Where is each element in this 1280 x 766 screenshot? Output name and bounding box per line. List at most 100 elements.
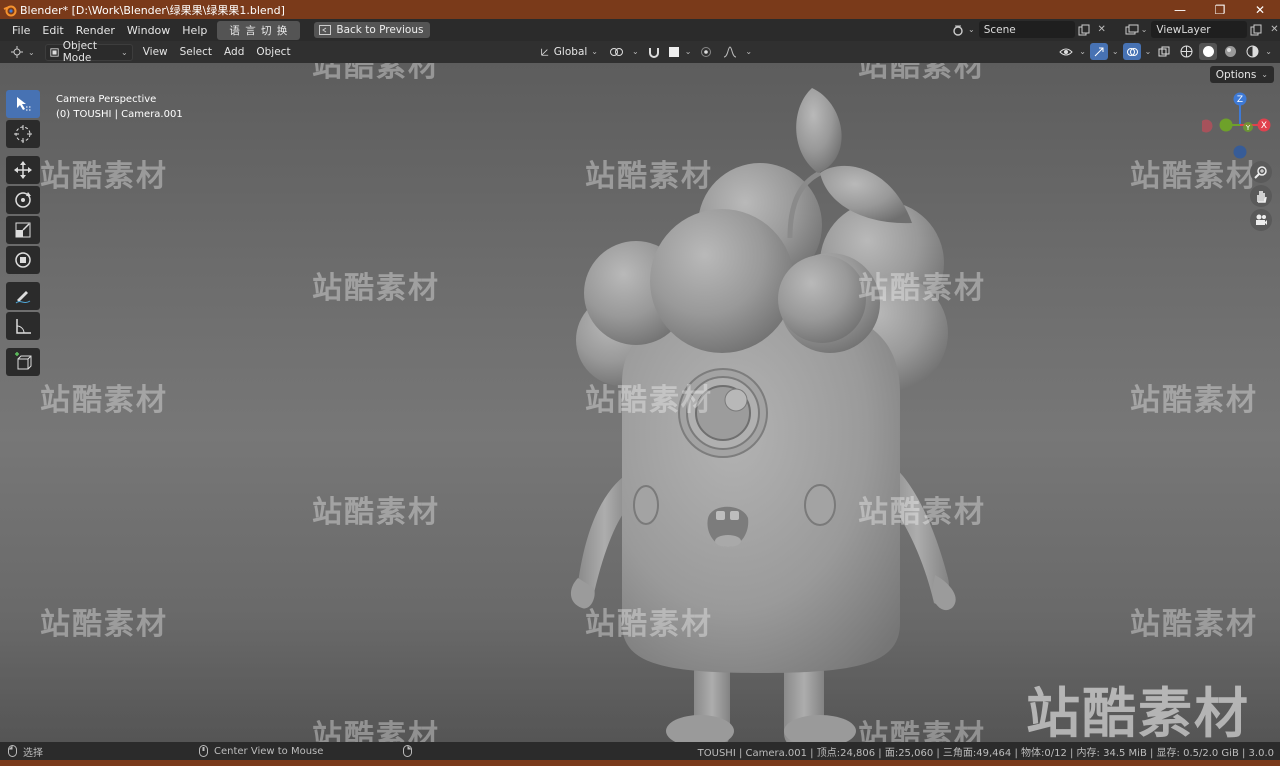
xray-toggle-icon[interactable]: [1155, 43, 1173, 60]
zoom-button[interactable]: [1250, 161, 1272, 183]
proportional-editing-icon[interactable]: [697, 43, 715, 60]
annotate-tool[interactable]: [6, 282, 40, 310]
wireframe-shading-icon[interactable]: [1177, 43, 1195, 60]
cursor-tool[interactable]: [6, 120, 40, 148]
3d-viewport[interactable]: 站酷素材 站酷素材 站酷素材 站酷素材 站酷素材 站酷素材 站酷素材 站酷素材 …: [0, 63, 1280, 742]
eye-highlight: [724, 388, 748, 412]
watermark-text: 站酷素材: [40, 159, 168, 194]
gizmo-y-label: Y: [1245, 124, 1251, 132]
visibility-eye-icon[interactable]: [1057, 43, 1075, 60]
transform-tool[interactable]: [6, 246, 40, 274]
gizmo-y-axis[interactable]: [1219, 118, 1233, 132]
pivot-point-icon[interactable]: [608, 43, 626, 60]
menu-object[interactable]: Object: [250, 46, 296, 58]
camera-view-button[interactable]: [1250, 209, 1272, 231]
menu-help[interactable]: Help: [176, 24, 213, 37]
snap-element-icon[interactable]: [668, 46, 679, 57]
gizmo-neg-z[interactable]: [1233, 145, 1247, 159]
close-button[interactable]: ✕: [1240, 0, 1280, 19]
rotate-tool[interactable]: [6, 186, 40, 214]
orientation-icon: [541, 48, 549, 56]
chevron-down-icon: ⌄: [1140, 25, 1148, 34]
select-hint: 选择: [23, 747, 43, 759]
measure-tool[interactable]: [6, 312, 40, 340]
left-cheek: [633, 485, 659, 525]
sprout-leaf: [820, 165, 912, 224]
watermark-text: 站酷素材: [1130, 607, 1258, 642]
tooth: [730, 511, 739, 520]
navigation-gizmo[interactable]: Z Y X: [1202, 90, 1272, 160]
watermark-text: 站酷素材: [858, 271, 986, 306]
minimize-button[interactable]: —: [1160, 0, 1200, 19]
tooth: [716, 511, 725, 520]
scale-tool[interactable]: [6, 216, 40, 244]
material-shading-icon[interactable]: [1221, 43, 1239, 60]
transform-orientation-label: Global: [553, 45, 588, 58]
menu-select[interactable]: Select: [174, 46, 218, 58]
delete-scene-icon[interactable]: ✕: [1093, 21, 1111, 38]
gizmo-z-label: Z: [1237, 95, 1243, 105]
gizmo-x-label: X: [1261, 121, 1267, 131]
new-scene-icon[interactable]: [1075, 21, 1093, 38]
falloff-curve-icon[interactable]: [721, 43, 739, 60]
maximize-button[interactable]: ❐: [1200, 0, 1240, 19]
watermark-text: 站酷素材: [585, 607, 713, 642]
watermark-text: 站酷素材: [858, 63, 986, 84]
back-to-previous-button[interactable]: Back to Previous: [314, 22, 431, 38]
object-mode-dropdown[interactable]: Object Mode ⌄: [44, 40, 133, 64]
watermark-text: 站酷素材: [40, 383, 168, 418]
gizmo-toggle-icon[interactable]: [1089, 43, 1108, 60]
view-layer-icon[interactable]: [1123, 21, 1141, 38]
editor-type-dropdown[interactable]: ⌄: [6, 43, 39, 61]
window-title: Blender* [D:\Work\Blender\绿果果\绿果果1.blend…: [20, 3, 285, 17]
watermark-text: 站酷素材: [312, 719, 440, 742]
object-mode-icon: [50, 47, 59, 57]
watermark-text: 站酷素材: [858, 495, 986, 530]
delete-view-layer-icon[interactable]: ✕: [1265, 21, 1280, 38]
scene-statistics: TOUSHI | Camera.001 | 顶点:24,806 | 面:25,0…: [697, 747, 1274, 759]
transform-orientation-dropdown[interactable]: Global ⌄: [536, 43, 602, 60]
watermark-text: 站酷素材: [312, 63, 440, 84]
select-box-tool[interactable]: [6, 90, 40, 118]
title-bar: Blender* [D:\Work\Blender\绿果果\绿果果1.blend…: [0, 0, 1280, 19]
active-object-label: (0) TOUSHI | Camera.001: [56, 109, 183, 120]
select-cursor-icon: [17, 97, 31, 111]
menu-render[interactable]: Render: [70, 24, 121, 37]
hair-sphere: [778, 255, 866, 343]
options-dropdown[interactable]: Options ⌄: [1209, 66, 1274, 83]
ruler-icon: [16, 319, 31, 334]
rotate-icon: [15, 192, 31, 208]
scene-icon[interactable]: [950, 21, 968, 38]
view-layer-field[interactable]: ViewLayer: [1151, 21, 1248, 38]
menu-edit[interactable]: Edit: [36, 24, 69, 37]
menu-window[interactable]: Window: [121, 24, 176, 37]
window-bottom-border: [0, 760, 1280, 766]
move-arrows-icon: [14, 161, 32, 179]
mouse-left-icon: [8, 745, 17, 757]
gizmo-neg-x[interactable]: [1202, 119, 1213, 133]
watermark-text: 站酷素材: [312, 495, 440, 530]
overlays-toggle-icon[interactable]: [1122, 43, 1141, 60]
scene-name-field[interactable]: Scene: [978, 21, 1075, 38]
menu-bar: File Edit Render Window Help 语 言 切 换 Bac…: [0, 19, 1280, 41]
tool-shelf: [6, 90, 42, 378]
move-tool[interactable]: [6, 156, 40, 184]
back-to-previous-label: Back to Previous: [336, 24, 424, 36]
menu-add[interactable]: Add: [218, 46, 250, 58]
crosshair-icon: [14, 125, 32, 143]
add-cube-tool[interactable]: [6, 348, 40, 376]
solid-shading-icon[interactable]: [1199, 43, 1218, 60]
watermark-text: 站酷素材: [585, 383, 713, 418]
menu-file[interactable]: File: [6, 24, 36, 37]
rendered-shading-icon[interactable]: [1243, 43, 1261, 60]
language-switch-button[interactable]: 语 言 切 换: [217, 20, 301, 40]
sprout-leaf: [796, 88, 842, 173]
new-view-layer-icon[interactable]: [1247, 21, 1265, 38]
snap-magnet-icon[interactable]: [645, 43, 663, 60]
pan-button[interactable]: [1250, 185, 1272, 207]
transform-icon: [15, 252, 31, 268]
viewport-header: ⌄ Object Mode ⌄ View Select Add Object G…: [0, 40, 1280, 64]
camera-icon: [1256, 214, 1267, 225]
camera-perspective-label: Camera Perspective: [56, 94, 157, 105]
menu-view[interactable]: View: [137, 46, 174, 58]
